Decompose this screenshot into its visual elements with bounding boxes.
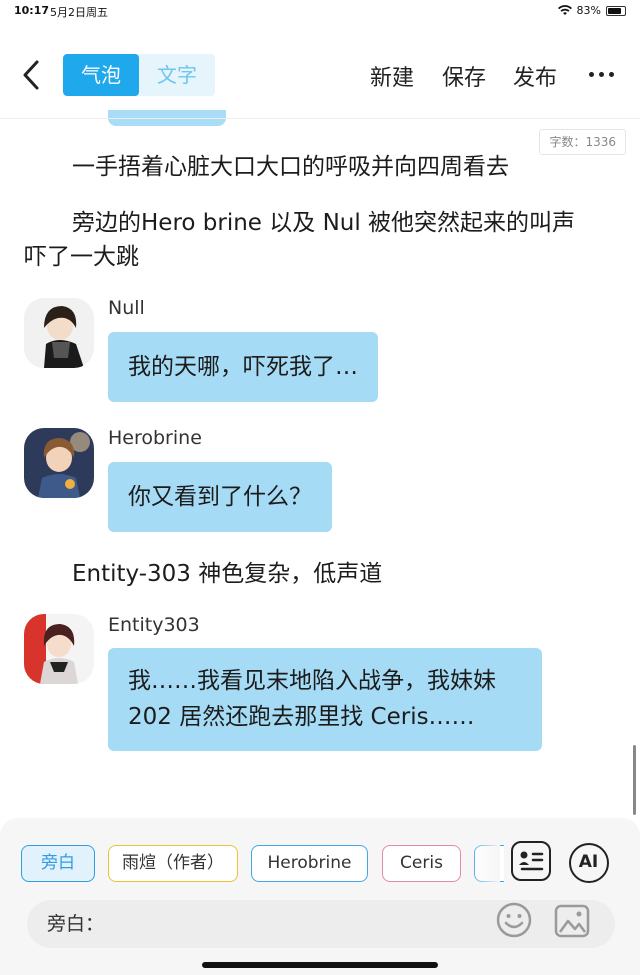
narration-text[interactable]: 旁边的Hero brine 以及 Nul 被他突然起来的叫声 xyxy=(72,206,575,240)
narration-text[interactable]: Entity-303 神色复杂，低声道 xyxy=(72,557,382,591)
home-indicator xyxy=(202,962,438,968)
ai-button[interactable]: AI xyxy=(569,843,609,883)
tab-bubble[interactable]: 气泡 xyxy=(63,54,139,96)
message-input[interactable] xyxy=(113,908,473,938)
character-chip-narrator[interactable]: 旁白 xyxy=(21,845,95,882)
emoji-button[interactable] xyxy=(495,902,535,942)
image-button[interactable] xyxy=(553,902,593,942)
image-icon xyxy=(554,904,590,938)
status-time: 10:17 xyxy=(14,4,50,17)
contact-card-icon xyxy=(519,851,544,871)
status-bar: 10:17 5月2日周五 83% xyxy=(0,0,640,22)
header-divider xyxy=(0,118,640,119)
message-bubble[interactable]: 我……我看见末地陷入战争，我妹妹 202 居然还跑去那里找 Ceris…… xyxy=(108,648,542,751)
message-text: 你又看到了什么？ xyxy=(128,484,312,510)
chevron-left-icon xyxy=(23,60,39,90)
emoji-icon xyxy=(496,902,532,938)
character-manage-button[interactable] xyxy=(511,841,551,881)
wifi-icon xyxy=(557,5,572,16)
message-bubble[interactable]: 我的天哪，吓死我了… xyxy=(108,332,378,402)
speaker-name: Entity303 xyxy=(108,614,200,636)
more-button[interactable] xyxy=(589,72,614,77)
character-chip-herobrine[interactable]: Herobrine xyxy=(251,845,368,882)
back-button[interactable] xyxy=(16,58,50,92)
character-chip-ceris[interactable]: Ceris xyxy=(382,845,461,882)
status-date: 5月2日周五 xyxy=(50,6,108,19)
top-bar: 气泡 文字 新建 保存 发布 xyxy=(0,50,640,100)
avatar-herobrine[interactable] xyxy=(24,428,94,498)
scrollbar[interactable] xyxy=(633,745,636,815)
word-count-badge: 字数：1336 xyxy=(539,129,626,155)
narration-text[interactable]: 一手捂着心脏大口大口的呼吸并向四周看去 xyxy=(72,150,509,184)
narration-text[interactable]: 吓了一大跳 xyxy=(24,240,139,274)
speaker-name: Herobrine xyxy=(108,427,202,449)
chip-scroll-fade xyxy=(470,838,500,888)
message-bubble[interactable]: 你又看到了什么？ xyxy=(108,462,332,532)
ai-label: AI xyxy=(578,852,599,872)
status-right: 83% xyxy=(557,4,626,17)
avatar-entity303[interactable] xyxy=(24,614,94,684)
publish-button[interactable]: 发布 xyxy=(513,60,557,92)
message-text: 我的天哪，吓死我了… xyxy=(128,354,358,380)
battery-icon xyxy=(606,5,626,16)
speaker-name: Null xyxy=(108,297,145,319)
battery-fill xyxy=(608,7,622,14)
avatar-null[interactable] xyxy=(24,298,94,368)
character-chip-author[interactable]: 雨煊（作者） xyxy=(108,845,238,882)
mode-tabs: 气泡 文字 xyxy=(63,54,215,96)
battery-percent: 83% xyxy=(576,4,601,17)
save-button[interactable]: 保存 xyxy=(442,60,486,92)
message-text: 202 居然还跑去那里找 Ceris…… xyxy=(128,704,475,730)
message-text: 我……我看见末地陷入战争，我妹妹 xyxy=(128,668,496,694)
tab-text[interactable]: 文字 xyxy=(139,54,215,96)
input-speaker-prefix: 旁白： xyxy=(47,913,105,935)
new-button[interactable]: 新建 xyxy=(370,60,414,92)
